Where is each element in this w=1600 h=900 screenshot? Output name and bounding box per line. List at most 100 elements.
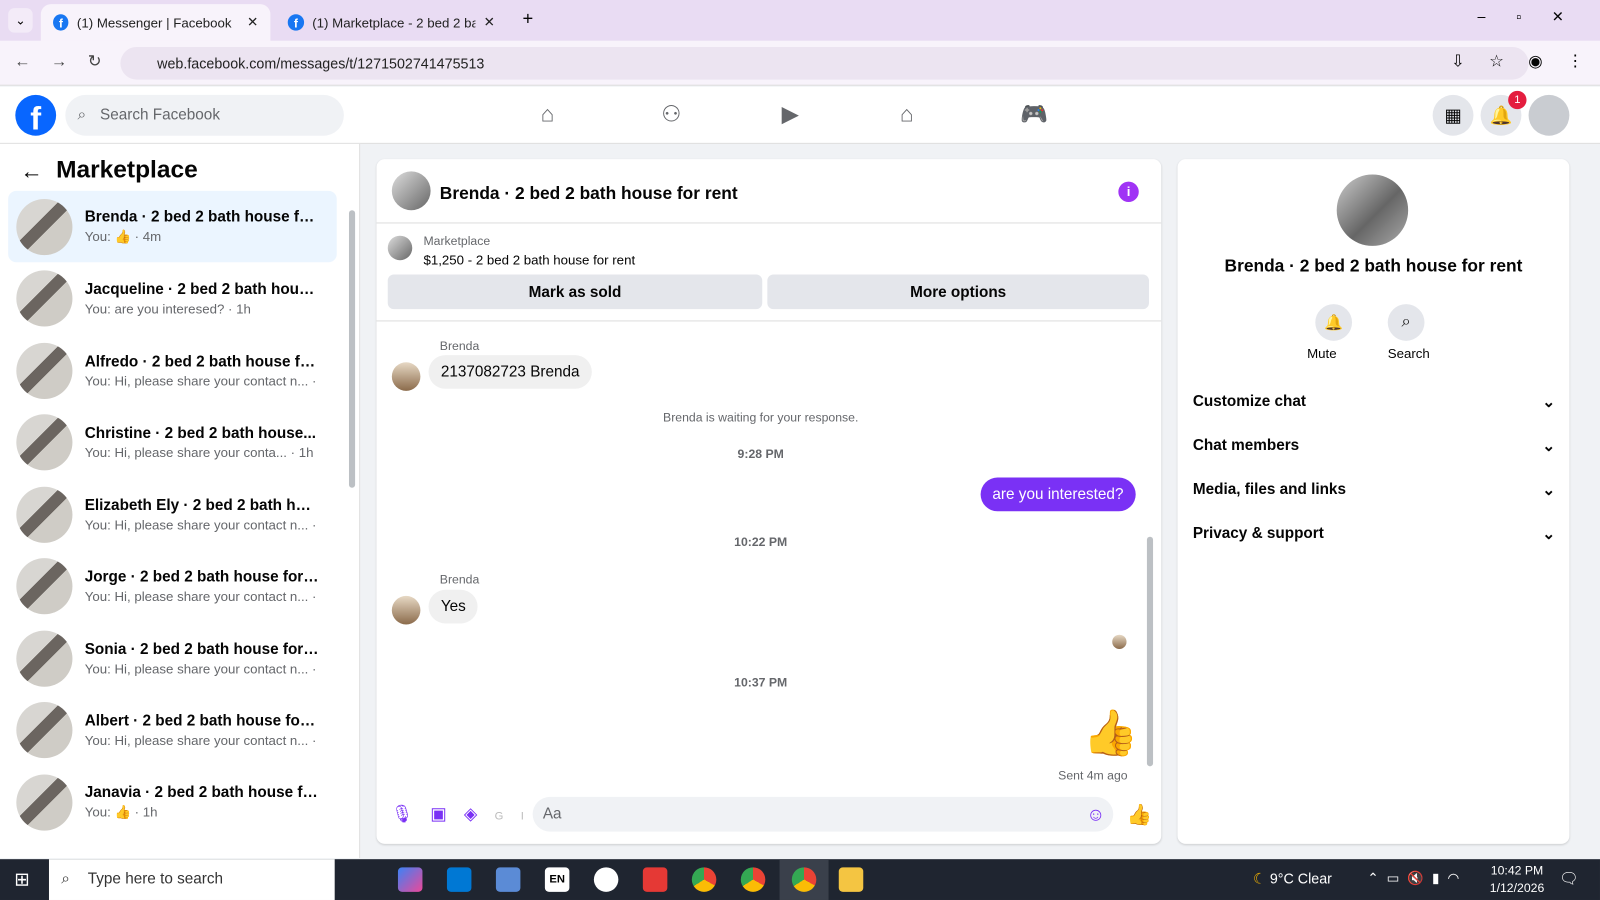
copilot-icon[interactable] bbox=[397, 867, 423, 892]
chevron-down-icon: ⌄ bbox=[1542, 525, 1556, 543]
section-media[interactable]: Media, files and links ⌄ bbox=[1193, 481, 1555, 499]
mute-bell-icon[interactable]: 🔔 bbox=[1315, 304, 1353, 341]
system-tray[interactable]: ⌃▭🔇▮◠ bbox=[1367, 870, 1467, 886]
section-chat-members[interactable]: Chat members ⌄ bbox=[1193, 437, 1555, 455]
section-customize-chat[interactable]: Customize chat ⌄ bbox=[1193, 393, 1555, 411]
language-icon[interactable]: EN bbox=[544, 867, 570, 892]
windows-start-icon[interactable]: ⊞ bbox=[14, 869, 29, 890]
listing-thumbnail bbox=[387, 235, 413, 261]
close-icon[interactable]: ✕ bbox=[484, 14, 495, 30]
clock[interactable]: 10:42 PM 1/12/2026 bbox=[1490, 863, 1544, 895]
anydesk-icon[interactable] bbox=[642, 867, 668, 892]
chat-panel: Brenda · 2 bed 2 bath house for rent i M… bbox=[376, 159, 1162, 844]
conversation-item[interactable]: Jacqueline · 2 bed 2 bath house ... You: … bbox=[8, 263, 337, 334]
tab-search-button[interactable]: ⌄ bbox=[8, 8, 33, 33]
listing-thumbnail bbox=[16, 486, 73, 543]
conversation-item[interactable]: Albert · 2 bed 2 bath house for r... You:… bbox=[8, 694, 337, 765]
search-input[interactable]: ⌕ Search Facebook bbox=[65, 94, 344, 136]
app-icon[interactable] bbox=[495, 867, 521, 892]
section-label: Privacy & support bbox=[1192, 524, 1324, 542]
listing-thumbnail bbox=[16, 342, 73, 399]
seen-avatar bbox=[1112, 634, 1127, 649]
like-button-icon[interactable]: 👍 bbox=[1127, 802, 1152, 828]
chrome-icon[interactable] bbox=[740, 867, 766, 892]
info-icon[interactable]: i bbox=[1118, 181, 1139, 203]
microphone-icon[interactable]: 🎙 bbox=[391, 804, 430, 823]
search-label: Search bbox=[1387, 345, 1430, 362]
video-icon[interactable]: ▶ bbox=[782, 101, 799, 128]
image-icon[interactable]: ▣ bbox=[430, 804, 464, 823]
notifications-icon[interactable]: 🗨 bbox=[1559, 869, 1578, 887]
thumbs-up-sticker: 👍 bbox=[1082, 708, 1139, 759]
sidebar-scrollbar[interactable] bbox=[348, 210, 356, 488]
conversation-item[interactable]: Christine · 2 bed 2 bath house... You: Hi… bbox=[8, 407, 337, 478]
message-input[interactable]: Aa ☺ bbox=[532, 796, 1114, 832]
marketplace-icon[interactable]: ⌂ bbox=[900, 101, 914, 128]
close-icon[interactable]: ✕ bbox=[247, 14, 258, 30]
conversation-item[interactable]: Sonia · 2 bed 2 bath house for r... You: … bbox=[8, 622, 337, 693]
window-controls[interactable]: –▫✕ bbox=[1478, 8, 1595, 25]
conversation-name: Sonia · 2 bed 2 bath house for r... bbox=[84, 640, 320, 658]
search-icon[interactable]: ⌕ bbox=[1387, 304, 1425, 341]
contact-avatar bbox=[1336, 174, 1409, 246]
date: 1/12/2026 bbox=[1489, 880, 1545, 895]
listing-thumbnail bbox=[16, 773, 73, 831]
facebook-header: f ⌕ Search Facebook ⌂ ⚇ ▶ ⌂ 🎮 ▦ 🔔 1 bbox=[0, 86, 1600, 144]
tab-messenger[interactable]: f (1) Messenger | Facebook ✕ bbox=[40, 4, 271, 41]
more-options-button[interactable]: More options bbox=[767, 274, 1149, 310]
menu-grid-icon[interactable]: ▦ bbox=[1432, 94, 1474, 136]
conversation-name: Jorge · 2 bed 2 bath house for r... bbox=[84, 568, 320, 586]
conversation-item[interactable]: Jorge · 2 bed 2 bath house for r... You: … bbox=[8, 551, 337, 622]
friends-icon[interactable]: ⚇ bbox=[661, 101, 681, 128]
chrome-icon[interactable] bbox=[691, 867, 717, 892]
section-label: Customize chat bbox=[1192, 392, 1306, 411]
taskbar-search[interactable]: ⌕ Type here to search bbox=[48, 859, 335, 900]
gaming-icon[interactable]: 🎮 bbox=[1020, 101, 1048, 128]
section-privacy[interactable]: Privacy & support ⌄ bbox=[1193, 524, 1555, 542]
file-explorer-icon[interactable] bbox=[838, 867, 864, 892]
chat-scrollbar[interactable] bbox=[1146, 536, 1154, 767]
sender-name: Brenda bbox=[439, 338, 480, 354]
conversation-name: Jacqueline · 2 bed 2 bath house ... bbox=[84, 280, 320, 298]
weather-text: 9°C Clear bbox=[1269, 870, 1332, 887]
home-icon[interactable]: ⌂ bbox=[541, 101, 555, 128]
tab-marketplace[interactable]: f (1) Marketplace - 2 bed 2 bath h ✕ bbox=[276, 4, 511, 41]
weather[interactable]: ☾ 9°C Clear bbox=[1253, 870, 1332, 887]
emoji-icon[interactable]: ☺ bbox=[1086, 797, 1105, 832]
sender-name: Brenda bbox=[439, 572, 480, 587]
profile-avatar[interactable] bbox=[1528, 94, 1570, 136]
facebook-icon: f bbox=[287, 14, 305, 31]
conversation-item[interactable]: Alfredo · 2 bed 2 bath house for... You: … bbox=[8, 335, 337, 406]
listing-thumbnail bbox=[16, 630, 73, 687]
message-incoming[interactable]: 2137082723 Brenda bbox=[428, 355, 592, 389]
message-incoming[interactable]: Yes bbox=[428, 589, 479, 624]
new-tab-button[interactable]: + bbox=[522, 8, 533, 29]
app-icon[interactable] bbox=[593, 867, 619, 892]
conversation-item[interactable]: Brenda · 2 bed 2 bath house for ... You: … bbox=[8, 190, 337, 263]
chevron-down-icon: ⌄ bbox=[1542, 393, 1556, 412]
mark-as-sold-button[interactable]: Mark as sold bbox=[387, 274, 763, 310]
moon-icon: ☾ bbox=[1253, 870, 1266, 887]
sender-avatar bbox=[391, 595, 421, 625]
chrome-icon[interactable] bbox=[791, 867, 817, 892]
conversation-preview: You: 👍 · 1h bbox=[84, 804, 158, 820]
section-label: Media, files and links bbox=[1192, 480, 1346, 498]
sticker-icon[interactable]: ◈ bbox=[464, 804, 495, 823]
browser-actions[interactable]: ⇩☆◉⋮ bbox=[1451, 51, 1600, 71]
listing-thumbnail bbox=[16, 702, 73, 759]
message-outgoing[interactable]: are you interested? bbox=[980, 477, 1136, 512]
conversation-item[interactable]: Elizabeth Ely · 2 bed 2 bath hous... You:… bbox=[8, 479, 337, 550]
conversation-item[interactable]: Janavia · 2 bed 2 bath house for ... You:… bbox=[8, 766, 337, 837]
url-field[interactable]: web.facebook.com/messages/t/127150274147… bbox=[120, 46, 1529, 80]
conversation-name: Janavia · 2 bed 2 bath house for ... bbox=[84, 783, 320, 802]
back-arrow-icon[interactable]: ← bbox=[20, 158, 42, 185]
taskbar-search-text: Type here to search bbox=[87, 870, 224, 888]
outlook-icon[interactable] bbox=[446, 867, 472, 892]
conversation-preview: You: Hi, please share your contact n... … bbox=[84, 660, 320, 677]
conversation-name: Albert · 2 bed 2 bath house for r... bbox=[84, 712, 320, 730]
search-icon: ⌕ bbox=[61, 870, 70, 888]
listing-title[interactable]: $1,250 - 2 bed 2 bath house for rent bbox=[423, 252, 635, 267]
timestamp: 10:22 PM bbox=[734, 534, 788, 549]
nav-buttons[interactable]: ←→↻ bbox=[14, 51, 122, 71]
facebook-logo[interactable]: f bbox=[15, 94, 57, 137]
